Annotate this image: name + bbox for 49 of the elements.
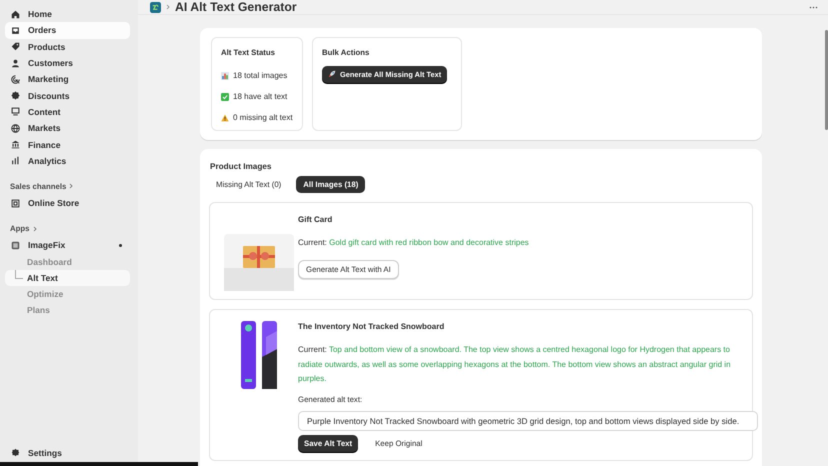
stat-text: 0 missing alt text	[233, 113, 293, 122]
badge-icon	[11, 91, 20, 100]
globe-icon	[11, 124, 20, 133]
stat-text: 18 have alt text	[233, 92, 288, 101]
content-icon	[11, 107, 20, 116]
warning-icon	[221, 114, 229, 122]
current-alt-text: Current: Top and bottom view of a snowboard. The top view shows a centred hexagonal logo for Hydrogen that appears to radiate outwards, as well as some overlapping hexagons at the bottom. The bottom view shows an abstract angular grid in purples.	[298, 344, 732, 385]
section-title: Product Images	[210, 162, 272, 171]
nav-item[interactable]: Analytics	[5, 152, 130, 169]
target-icon	[11, 74, 20, 84]
nav-item[interactable]: Products	[5, 38, 130, 55]
nav-subitem[interactable]: Alt Text	[5, 270, 130, 286]
product-name: Gift Card	[298, 215, 334, 224]
nav-item[interactable]: Home	[5, 6, 130, 22]
more-icon[interactable]	[809, 6, 818, 8]
tag-icon	[11, 42, 20, 52]
alt-text-field[interactable]: Purple Inventory Not Tracked Snowboard with geometric 3D grid design, top and bottom views displayed side by side.	[298, 410, 758, 430]
nav-item[interactable]: Marketing	[5, 71, 130, 88]
page-title: AI Alt Text Generator	[175, 0, 297, 14]
chevron-right-icon	[166, 4, 170, 10]
orders-icon	[11, 26, 20, 35]
person-icon	[11, 58, 20, 68]
nav-item[interactable]: Finance	[5, 136, 130, 153]
nav-item[interactable]: Discounts	[5, 87, 130, 104]
settings-icon	[11, 448, 20, 458]
status-dot	[119, 244, 122, 247]
checkmark-icon	[221, 92, 229, 100]
nav-item[interactable]: Markets	[5, 120, 130, 136]
chevron-right-icon	[69, 183, 74, 190]
nav-item[interactable]: Customers	[5, 54, 130, 72]
nav-item[interactable]: Settings	[5, 444, 130, 461]
nav-item[interactable]: Online Store	[5, 194, 130, 212]
nav-item[interactable]: Orders	[5, 22, 130, 39]
nav-item[interactable]: Content	[5, 104, 130, 120]
nav-item[interactable]: ImageFix	[5, 237, 130, 254]
rocket-icon	[328, 70, 336, 78]
store-icon	[11, 198, 20, 208]
bank-icon	[11, 140, 20, 150]
current-alt-text: Current: Gold gift card with red ribbon bow and decorative stripes	[298, 237, 530, 249]
stat-text: 18 total images	[233, 71, 288, 80]
app-logo-icon	[150, 2, 161, 12]
chevron-right-icon	[32, 226, 36, 232]
bars-icon	[11, 156, 20, 166]
app-icon	[11, 240, 20, 250]
tree-connector	[15, 270, 23, 279]
scrollbar[interactable]	[825, 30, 828, 130]
home-icon	[11, 10, 20, 19]
bar-chart-icon	[221, 72, 229, 80]
product-name: The Inventory Not Tracked Snowboard	[298, 322, 446, 331]
